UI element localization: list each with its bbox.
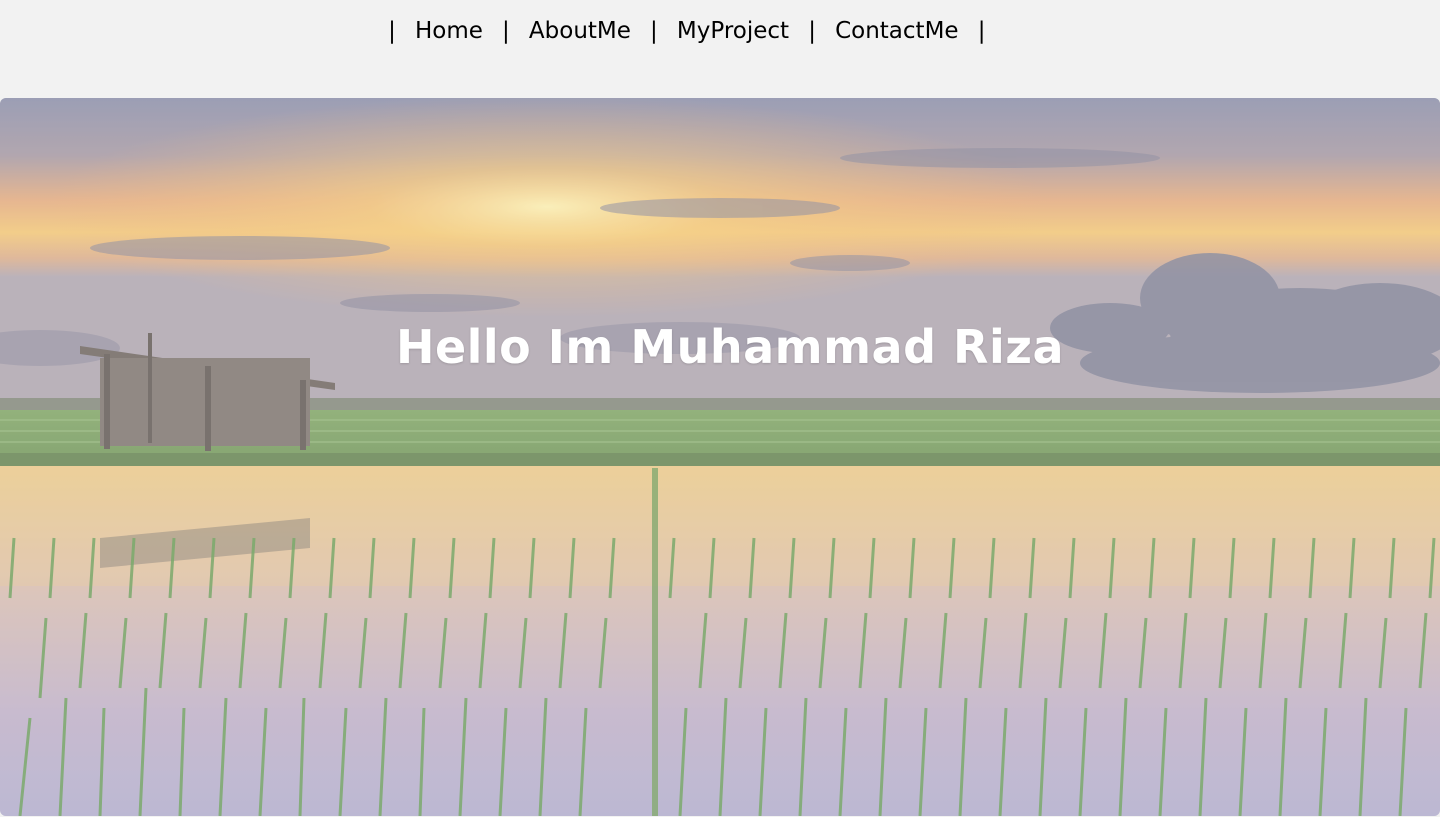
- nav-link-contact-me[interactable]: ContactMe: [823, 18, 970, 44]
- nav-separator: |: [808, 18, 816, 44]
- nav-link-home[interactable]: Home: [403, 18, 495, 44]
- nav-separator: |: [388, 18, 396, 44]
- nav-menu: | Home | AboutMe | MyProject | ContactMe…: [381, 18, 993, 44]
- nav-separator: |: [977, 18, 986, 44]
- hero-banner: Hello Im Muhammad Riza: [0, 98, 1440, 816]
- nav-separator: |: [650, 18, 658, 44]
- nav-separator: |: [502, 18, 510, 44]
- nav-link-about-me[interactable]: AboutMe: [517, 18, 643, 44]
- hero-overlay: [0, 98, 1440, 816]
- hero-title: Hello Im Muhammad Riza: [395, 320, 1065, 374]
- nav-link-my-project[interactable]: MyProject: [665, 18, 801, 44]
- top-navigation: | Home | AboutMe | MyProject | ContactMe…: [0, 0, 1440, 72]
